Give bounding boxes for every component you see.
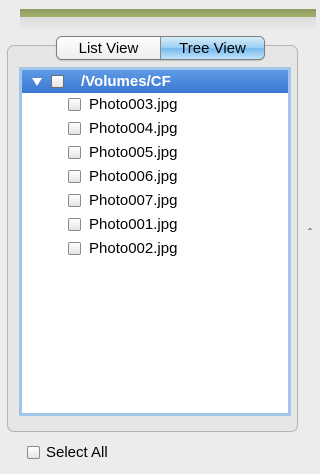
file-label: Photo002.jpg (89, 240, 178, 257)
tree-item[interactable]: Photo001.jpg (68, 213, 177, 236)
file-checkbox[interactable] (68, 122, 81, 135)
file-tree[interactable]: /Volumes/CF Photo003.jpg Photo004.jpg Ph… (19, 67, 291, 416)
select-all-label: Select All (46, 444, 108, 461)
tree-item[interactable]: Photo002.jpg (68, 237, 177, 260)
file-checkbox[interactable] (68, 146, 81, 159)
select-all-control[interactable]: Select All (27, 444, 108, 461)
header-accent-bar (20, 9, 316, 17)
tree-item[interactable]: Photo003.jpg (68, 93, 177, 116)
file-label: Photo007.jpg (89, 192, 178, 209)
file-label: Photo004.jpg (89, 120, 178, 137)
file-label: Photo001.jpg (89, 216, 178, 233)
file-label: Photo006.jpg (89, 168, 178, 185)
file-checkbox[interactable] (68, 242, 81, 255)
file-checkbox[interactable] (68, 194, 81, 207)
list-view-button[interactable]: List View (57, 37, 161, 59)
tree-view-button[interactable]: Tree View (161, 37, 264, 59)
resize-caret-icon[interactable]: ˆ (308, 226, 312, 240)
header-shadow (20, 17, 316, 31)
file-checkbox[interactable] (68, 170, 81, 183)
view-mode-switch[interactable]: List View Tree View (56, 36, 265, 60)
tree-item[interactable]: Photo005.jpg (68, 141, 177, 164)
tree-item[interactable]: Photo006.jpg (68, 165, 177, 188)
tree-item[interactable]: Photo007.jpg (68, 189, 177, 212)
tree-item[interactable]: Photo004.jpg (68, 117, 177, 140)
root-checkbox[interactable] (51, 75, 64, 88)
file-checkbox[interactable] (68, 218, 81, 231)
disclosure-triangle-icon[interactable] (32, 77, 42, 86)
file-checkbox[interactable] (68, 98, 81, 111)
file-label: Photo003.jpg (89, 96, 178, 113)
file-label: Photo005.jpg (89, 144, 178, 161)
root-label: /Volumes/CF (81, 73, 171, 90)
tree-root-row[interactable]: /Volumes/CF (22, 70, 288, 93)
select-all-checkbox[interactable] (27, 446, 40, 459)
